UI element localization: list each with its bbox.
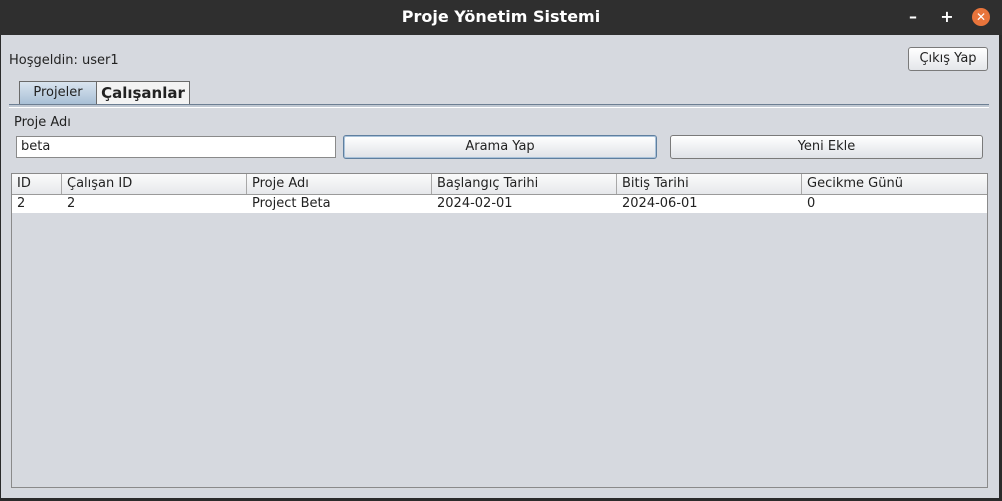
projects-table[interactable]: ID Çalışan ID Proje Adı Başlangıç Tarihi…: [11, 173, 988, 488]
project-name-label: Proje Adı: [14, 115, 71, 130]
title-bar: Proje Yönetim Sistemi – + ✕: [0, 0, 1002, 35]
window-title: Proje Yönetim Sistemi: [401, 7, 601, 26]
welcome-label: Hoşgeldin: user1: [9, 53, 119, 68]
logout-button[interactable]: Çıkış Yap: [908, 47, 988, 71]
cell-start-date: 2024-02-01: [437, 196, 513, 211]
project-name-input[interactable]: beta: [16, 136, 336, 158]
maximize-button[interactable]: +: [938, 8, 956, 26]
close-button[interactable]: ✕: [972, 8, 990, 26]
column-header-delay-days[interactable]: Gecikme Günü: [802, 174, 987, 194]
main-panel: Hoşgeldin: user1 Çıkış Yap Projeler Çalı…: [1, 35, 999, 498]
column-header-id[interactable]: ID: [12, 174, 62, 194]
cell-end-date: 2024-06-01: [622, 196, 698, 211]
tab-divider: [9, 104, 989, 108]
minimize-button[interactable]: –: [904, 8, 922, 26]
cell-id: 2: [17, 196, 26, 211]
tab-calisanlar[interactable]: Çalışanlar: [96, 81, 190, 104]
tab-projeler[interactable]: Projeler: [19, 81, 97, 104]
table-row[interactable]: 2 2 Project Beta 2024-02-01 2024-06-01 0: [12, 195, 987, 213]
search-button[interactable]: Arama Yap: [343, 135, 657, 159]
column-header-employee-id[interactable]: Çalışan ID: [62, 174, 247, 194]
column-header-start-date[interactable]: Başlangıç Tarihi: [432, 174, 617, 194]
cell-project-name: Project Beta: [252, 196, 331, 211]
cell-employee-id: 2: [67, 196, 76, 211]
column-header-project-name[interactable]: Proje Adı: [247, 174, 432, 194]
column-header-end-date[interactable]: Bitiş Tarihi: [617, 174, 802, 194]
add-new-button[interactable]: Yeni Ekle: [670, 135, 983, 159]
cell-delay-days: 0: [807, 196, 816, 211]
table-header: ID Çalışan ID Proje Adı Başlangıç Tarihi…: [12, 174, 987, 195]
